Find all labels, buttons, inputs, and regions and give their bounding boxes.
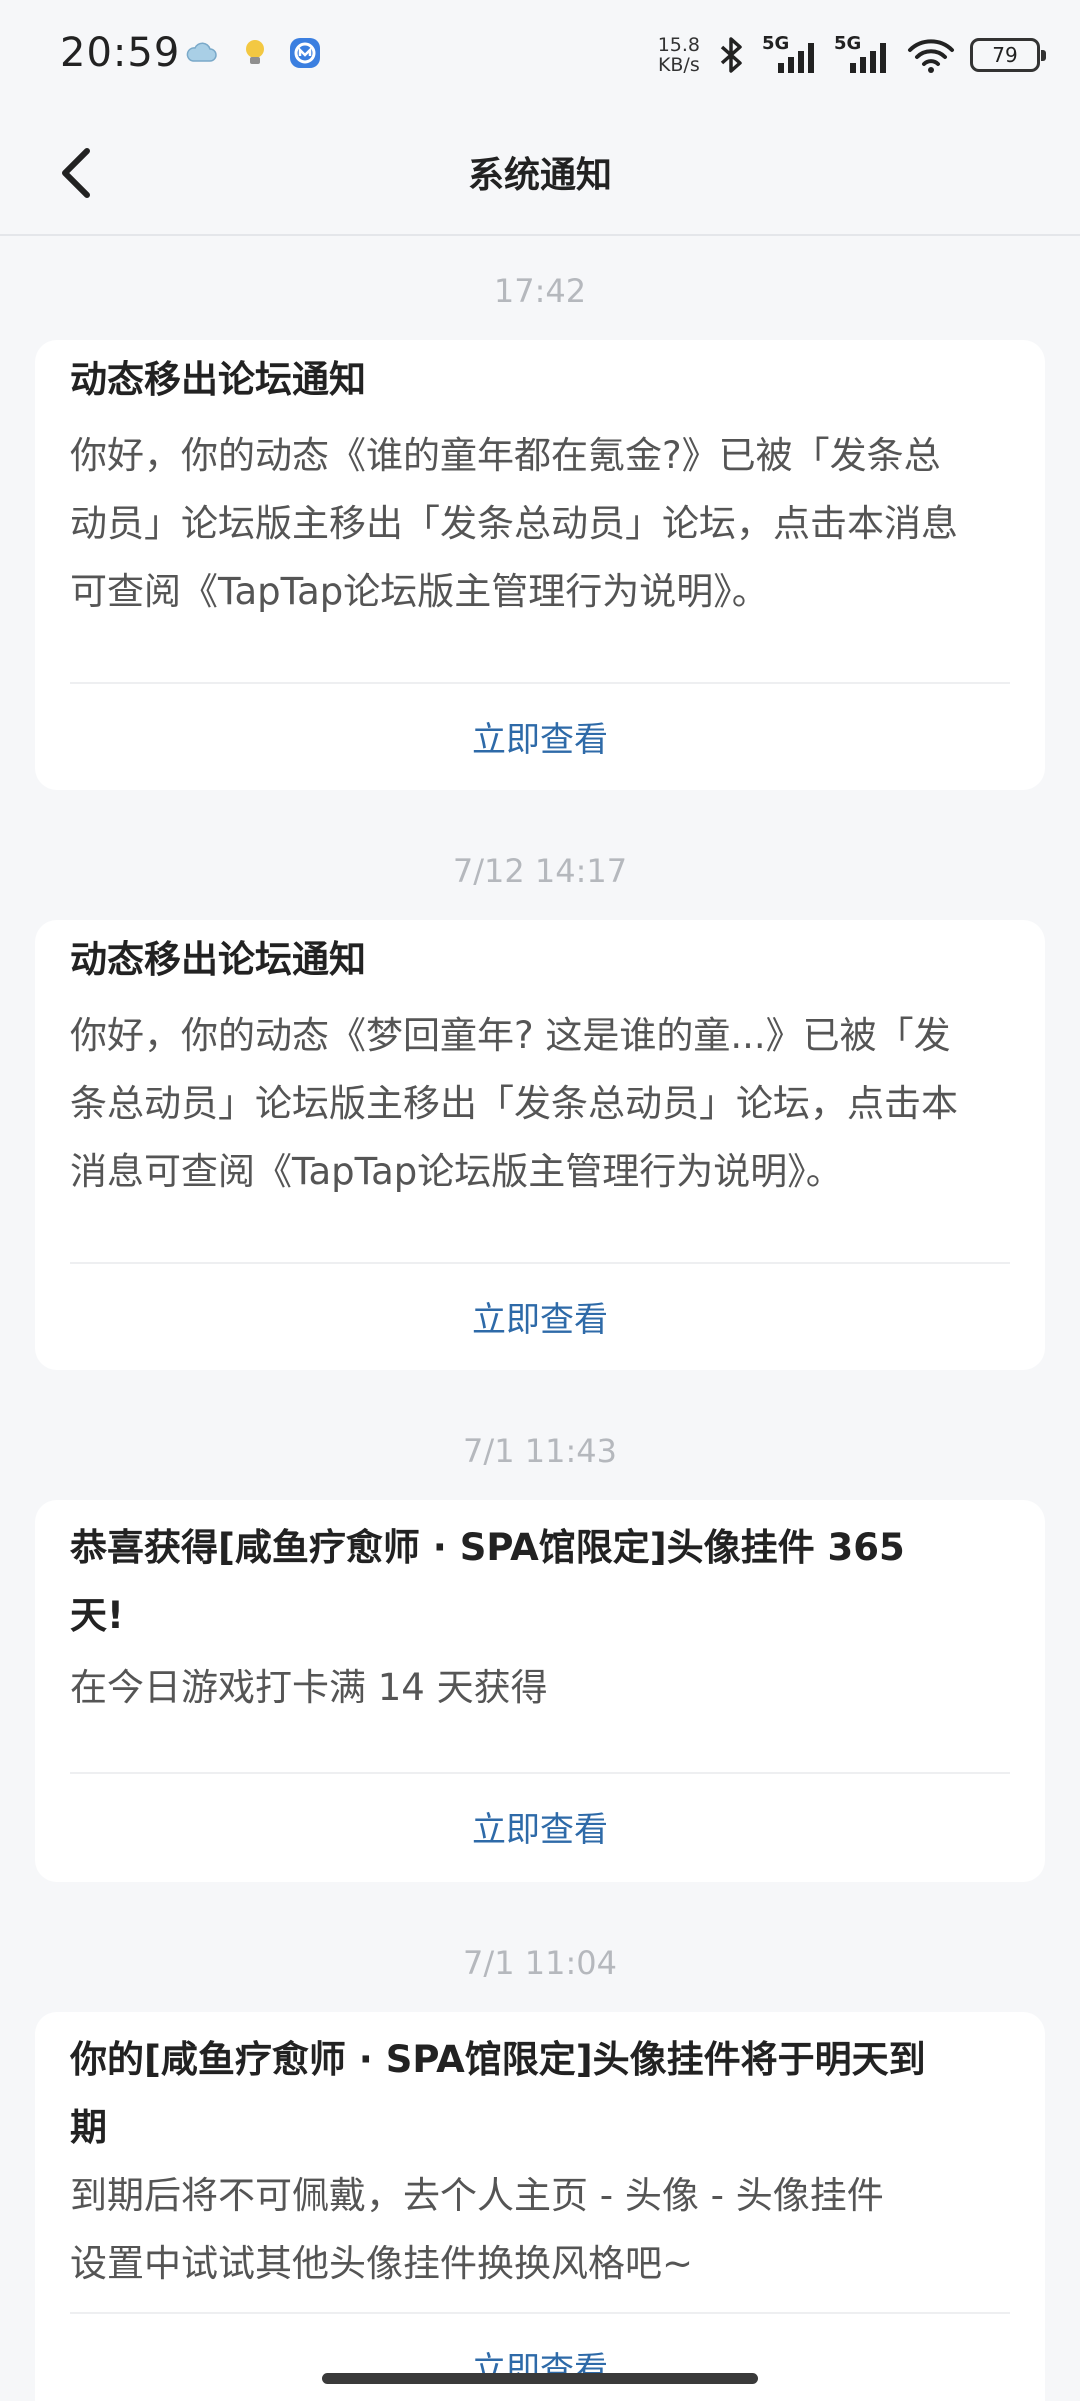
- notification-title-line: 恭喜获得[咸鱼疗愈师 · SPA馆限定]头像挂件 365: [70, 1526, 905, 1569]
- home-indicator[interactable]: [322, 2373, 758, 2384]
- cloud-icon: [186, 42, 217, 62]
- notification-body-line: 动员」论坛版主移出「发条总动员」论坛，点击本消息: [70, 502, 958, 545]
- card-divider: [70, 1772, 1010, 1774]
- view-now-link[interactable]: 立即查看: [35, 1802, 1045, 1851]
- screen: 20:59 15.8 KB/s 5G 5G 79 系统通知 17:42 动态移出…: [0, 0, 1080, 2401]
- notification-body-line: 在今日游戏打卡满 14 天获得: [70, 1666, 548, 1709]
- net-speed-unit: KB/s: [657, 54, 700, 76]
- notification-title-line: 期: [70, 2106, 107, 2149]
- notification-title-line: 你的[咸鱼疗愈师 · SPA馆限定]头像挂件将于明天到: [70, 2038, 926, 2081]
- notification-body-line: 设置中试试其他头像挂件换换风格吧~: [70, 2242, 694, 2285]
- notification-body-line: 条总动员」论坛版主移出「发条总动员」论坛，点击本: [70, 1082, 958, 1125]
- header: 系统通知: [0, 110, 1080, 236]
- wifi-icon: [908, 39, 954, 73]
- status-bar: 20:59 15.8 KB/s 5G 5G 79: [0, 0, 1080, 110]
- notification-card: 你的[咸鱼疗愈师 · SPA馆限定]头像挂件将于明天到 期 到期后将不可佩戴，去…: [35, 2012, 1045, 2401]
- notification-title: 动态移出论坛通知: [70, 938, 366, 981]
- notification-title: 恭喜获得[咸鱼疗愈师 · SPA馆限定]头像挂件 365 天!: [70, 1514, 1010, 1650]
- notification-timestamp: 7/1 11:43: [463, 1432, 617, 1470]
- notification-title: 你的[咸鱼疗愈师 · SPA馆限定]头像挂件将于明天到 期: [70, 2026, 1010, 2162]
- status-right: 15.8 KB/s 5G 5G 79: [658, 30, 1046, 80]
- view-now-link[interactable]: 立即查看: [35, 712, 1045, 761]
- notification-title: 动态移出论坛通知: [70, 358, 366, 401]
- card-divider: [70, 2312, 1010, 2314]
- notification-body-line: 消息可查阅《TapTap论坛版主管理行为说明》。: [70, 1150, 843, 1193]
- bluetooth-icon: [720, 37, 742, 73]
- notification-body-line: 可查阅《TapTap论坛版主管理行为说明》。: [70, 570, 769, 613]
- notification-title-line: 天!: [70, 1594, 124, 1637]
- app-notification-icon: [290, 38, 320, 68]
- notification-body-line: 你好，你的动态《谁的童年都在氪金?》已被「发条总: [70, 434, 941, 477]
- notification-body: 你好，你的动态《谁的童年都在氪金?》已被「发条总 动员」论坛版主移出「发条总动员…: [70, 422, 1010, 626]
- notification-card: 动态移出论坛通知 你好，你的动态《谁的童年都在氪金?》已被「发条总 动员」论坛版…: [35, 340, 1045, 790]
- battery-icon: 79: [970, 38, 1046, 72]
- page-title: 系统通知: [467, 155, 612, 196]
- card-divider: [70, 1262, 1010, 1264]
- lightbulb-icon: [246, 40, 264, 64]
- signal-2: 5G: [834, 33, 892, 75]
- notification-list[interactable]: 17:42 动态移出论坛通知 你好，你的动态《谁的童年都在氪金?》已被「发条总 …: [0, 238, 1080, 2401]
- signal-1: 5G: [762, 33, 820, 75]
- notification-body: 你好，你的动态《梦回童年? 这是谁的童...》已被「发 条总动员」论坛版主移出「…: [70, 1002, 1010, 1206]
- notification-body: 到期后将不可佩戴，去个人主页 - 头像 - 头像挂件 设置中试试其他头像挂件换换…: [70, 2162, 1010, 2298]
- view-now-link[interactable]: 立即查看: [35, 1292, 1045, 1341]
- battery-level: 79: [992, 43, 1018, 67]
- notification-body: 在今日游戏打卡满 14 天获得: [70, 1654, 1010, 1722]
- network-type-2: 5G: [834, 33, 862, 54]
- card-divider: [70, 682, 1010, 684]
- net-speed-value: 15.8: [657, 34, 700, 56]
- network-type-1: 5G: [762, 33, 790, 54]
- notification-body-line: 你好，你的动态《梦回童年? 这是谁的童...》已被「发: [70, 1014, 951, 1057]
- notification-card: 恭喜获得[咸鱼疗愈师 · SPA馆限定]头像挂件 365 天! 在今日游戏打卡满…: [35, 1500, 1045, 1882]
- notification-timestamp: 7/1 11:04: [463, 1944, 617, 1982]
- notification-body-line: 到期后将不可佩戴，去个人主页 - 头像 - 头像挂件: [70, 2174, 884, 2217]
- notification-card: 动态移出论坛通知 你好，你的动态《梦回童年? 这是谁的童...》已被「发 条总动…: [35, 920, 1045, 1370]
- notification-timestamp: 7/12 14:17: [452, 852, 628, 890]
- status-time: 20:59: [60, 30, 181, 76]
- net-speed: 15.8 KB/s: [658, 35, 700, 75]
- notification-timestamp: 17:42: [493, 272, 587, 310]
